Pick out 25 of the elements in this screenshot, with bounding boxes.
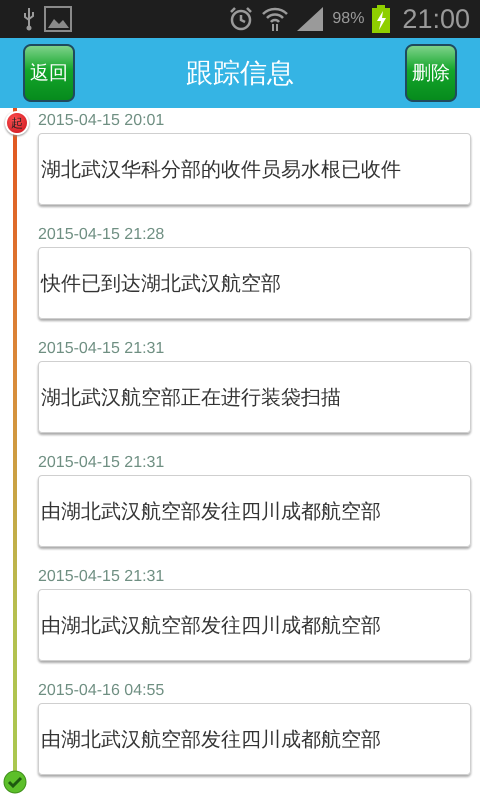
clock-time: 21:00 [402,4,470,34]
usb-icon [22,7,36,31]
event-time: 2015-04-15 21:31 [38,568,164,586]
battery-icon [372,5,390,33]
event-description: 由湖北武汉航空部发往四川成都航空部 [41,498,381,524]
event-time: 2015-04-15 21:31 [38,454,164,472]
event-time: 2015-04-15 21:31 [38,340,164,358]
delete-button[interactable]: 删除 [405,44,457,102]
start-marker: 起 [5,111,29,135]
page-title: 跟踪信息 [186,57,294,91]
event-description: 由湖北武汉航空部发往四川成都航空部 [41,612,381,638]
signal-icon [296,6,324,32]
event-description: 由湖北武汉航空部发往四川成都航空部 [41,726,381,752]
event-time: 2015-04-15 21:28 [38,226,164,244]
check-icon [3,770,27,794]
event-description: 湖北武汉华科分部的收件员易水根已收件 [41,156,401,182]
picture-icon [44,6,72,32]
event-description: 快件已到达湖北武汉航空部 [41,270,281,296]
event-description: 湖北武汉航空部正在进行装袋扫描 [41,384,341,410]
back-button[interactable]: 返回 [23,44,75,102]
alarm-icon [228,6,254,32]
battery-percent: 98% [332,10,364,28]
wifi-icon [262,6,288,32]
event-time: 2015-04-15 20:01 [38,112,164,130]
event-time: 2015-04-16 04:55 [38,682,164,700]
